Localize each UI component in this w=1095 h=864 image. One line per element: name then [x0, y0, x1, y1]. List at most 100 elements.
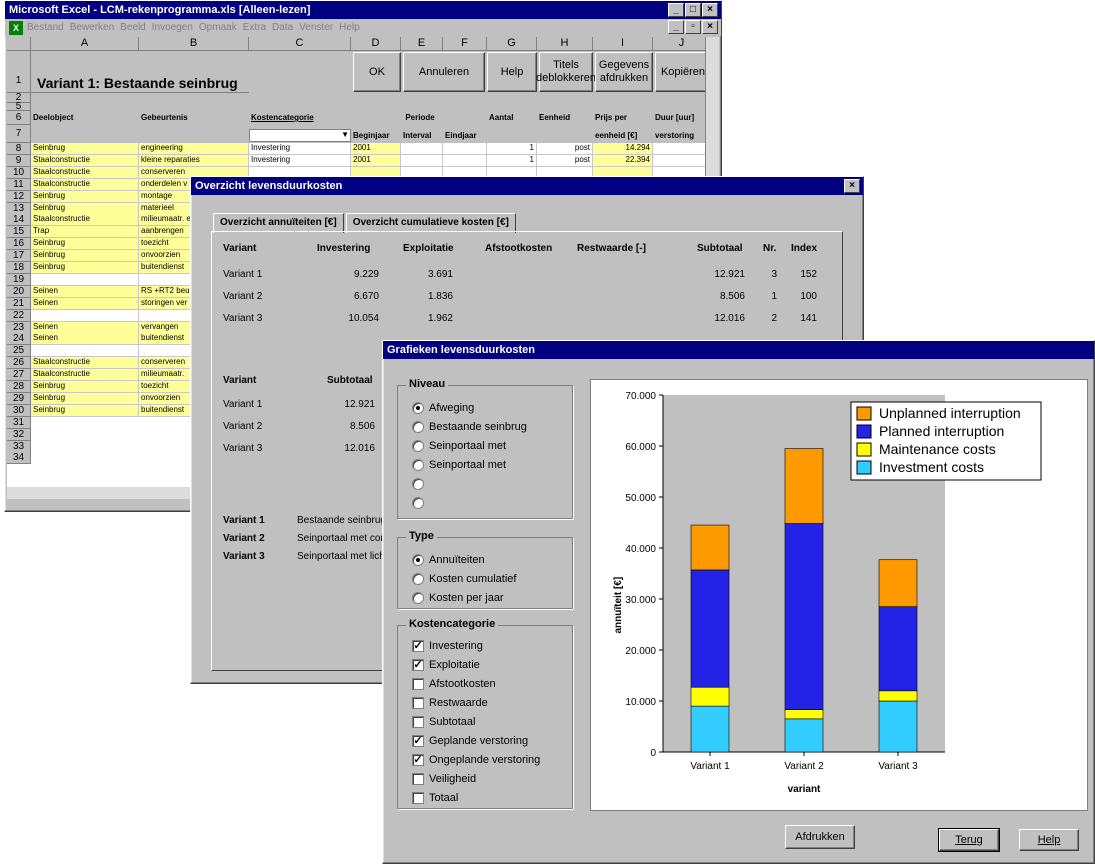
checkbox-option[interactable]: Veiligheid	[412, 773, 476, 785]
cell-a[interactable]: Seinbrug	[31, 262, 139, 274]
col-header-e[interactable]: E	[401, 37, 443, 51]
checkbox-icon[interactable]	[412, 773, 424, 785]
cell-g[interactable]: 1	[487, 143, 537, 155]
cell-a[interactable]: Seinen	[31, 333, 139, 346]
maximize-icon[interactable]: □	[685, 3, 701, 17]
cell-f[interactable]	[443, 143, 487, 155]
cell-a[interactable]: Staalconstructie	[31, 369, 139, 382]
row-header[interactable]: 30	[7, 404, 31, 417]
radio-icon[interactable]	[412, 592, 424, 604]
cell-a[interactable]: Seinbrug	[31, 404, 139, 417]
radio-icon[interactable]	[412, 497, 424, 509]
graph-help-button[interactable]: Help	[1019, 829, 1079, 851]
row-header[interactable]: 15	[7, 226, 31, 239]
col-header-g[interactable]: G	[487, 37, 537, 51]
row-header[interactable]: 13	[7, 202, 31, 215]
cell-a[interactable]: Staalconstructie	[31, 178, 139, 191]
cell-a[interactable]: Seinen	[31, 297, 139, 310]
cell-a[interactable]: Trap	[31, 226, 139, 239]
cell-e[interactable]	[401, 154, 443, 167]
cell-b[interactable]: kleine reparaties	[139, 154, 249, 167]
row-header[interactable]: 10	[7, 166, 31, 179]
minimize-icon[interactable]: _	[668, 3, 684, 17]
close-icon[interactable]: ×	[844, 179, 860, 193]
cell-a[interactable]: Seinbrug	[31, 250, 139, 263]
radio-option[interactable]	[412, 478, 429, 490]
menu-bestand[interactable]: Bestand	[27, 22, 64, 33]
row-header[interactable]: 28	[7, 381, 31, 393]
col-header-a[interactable]: A	[31, 37, 139, 51]
menu-beeld[interactable]: Beeld	[120, 22, 146, 33]
cell-c[interactable]: Investering	[249, 154, 351, 167]
row-header[interactable]: 20	[7, 285, 31, 298]
radio-icon[interactable]	[412, 440, 424, 452]
menu-invoegen[interactable]: Invoegen	[152, 22, 193, 33]
row-header[interactable]: 11	[7, 178, 31, 191]
checkbox-icon[interactable]	[412, 716, 424, 728]
cell-a[interactable]: Staalconstructie	[31, 214, 139, 227]
checkbox-option[interactable]: Afstootkosten	[412, 678, 496, 690]
cell-e[interactable]	[401, 143, 443, 155]
cell-d[interactable]: 2001	[351, 154, 401, 167]
cell-a[interactable]: Seinbrug	[31, 190, 139, 203]
cell-j[interactable]	[653, 155, 707, 167]
row-header[interactable]: 1	[7, 51, 31, 93]
cell-i[interactable]: 14.294	[593, 143, 653, 155]
cell-f[interactable]	[443, 154, 487, 167]
menu-bewerken[interactable]: Bewerken	[70, 22, 114, 33]
row-header[interactable]: 18	[7, 262, 31, 274]
col-header-i[interactable]: I	[593, 37, 653, 51]
row-header[interactable]: 7	[7, 125, 31, 143]
row-header[interactable]: 23	[7, 321, 31, 334]
menu-opmaak[interactable]: Opmaak	[199, 22, 237, 33]
radio-icon[interactable]	[412, 554, 424, 566]
cell-a[interactable]	[31, 273, 139, 286]
row-header[interactable]: 24	[7, 333, 31, 346]
cell-a[interactable]: Seinbrug	[31, 392, 139, 405]
cell-a[interactable]: Seinen	[31, 285, 139, 298]
cell-a[interactable]: Staalconstructie	[31, 166, 139, 179]
menu-help[interactable]: Help	[339, 22, 360, 33]
cell-h[interactable]: post	[537, 143, 593, 155]
radio-option[interactable]: Bestaande seinbrug	[412, 421, 527, 433]
afdrukken-button[interactable]: Afdrukken	[785, 825, 855, 849]
titels-deblokkeren-button[interactable]: Titels deblokkeren	[536, 52, 596, 92]
row-header[interactable]: 27	[7, 369, 31, 382]
gegevens-afdrukken-button[interactable]: Gegevens afdrukken	[595, 52, 653, 92]
menu-venster[interactable]: Venster	[299, 22, 333, 33]
doc-close-icon[interactable]: ×	[702, 20, 718, 34]
checkbox-option[interactable]: ✓ Investering	[412, 640, 483, 652]
radio-option[interactable]: Annuïteiten	[412, 554, 485, 566]
tab-cumulatieve-kosten[interactable]: Overzicht cumulatieve kosten [€]	[345, 213, 516, 233]
excel-titlebar[interactable]: Microsoft Excel - LCM-rekenprogramma.xls…	[5, 1, 721, 19]
col-header-b[interactable]: B	[139, 37, 249, 51]
radio-option[interactable]	[412, 497, 429, 509]
doc-restore-icon[interactable]: ▫	[685, 20, 701, 34]
close-icon[interactable]: ×	[702, 3, 718, 17]
row-header[interactable]: 14	[7, 214, 31, 227]
menu-data[interactable]: Data	[272, 22, 293, 33]
dropdown-arrow-icon[interactable]: ▼	[341, 130, 349, 139]
checkbox-option[interactable]: Subtotaal	[412, 716, 475, 728]
doc-minimize-icon[interactable]: _	[668, 20, 684, 34]
cell-c[interactable]: Investering	[249, 143, 351, 155]
row-header[interactable]: 8	[7, 143, 31, 155]
col-header-f[interactable]: F	[443, 37, 487, 51]
cell-i[interactable]: 22.394	[593, 154, 653, 167]
checkbox-icon[interactable]	[412, 697, 424, 709]
cell-d[interactable]: 2001	[351, 143, 401, 155]
radio-icon[interactable]	[412, 421, 424, 433]
ok-button[interactable]: OK	[353, 52, 401, 92]
graph-titlebar[interactable]: Grafieken levensduurkosten	[383, 341, 1094, 359]
row-header[interactable]: 19	[7, 273, 31, 286]
menu-extra[interactable]: Extra	[243, 22, 266, 33]
radio-option[interactable]: Afweging	[412, 402, 474, 414]
checkbox-option[interactable]: Restwaarde	[412, 697, 488, 709]
cell-g[interactable]: 1	[487, 154, 537, 167]
cell-a[interactable]: Seinbrug	[31, 143, 139, 155]
checkbox-option[interactable]: ✓ Ongeplande verstoring	[412, 754, 540, 766]
col-header-c[interactable]: C	[249, 37, 351, 51]
row-header[interactable]: 34	[7, 452, 31, 465]
checkbox-icon[interactable]	[412, 678, 424, 690]
radio-icon[interactable]	[412, 459, 424, 471]
